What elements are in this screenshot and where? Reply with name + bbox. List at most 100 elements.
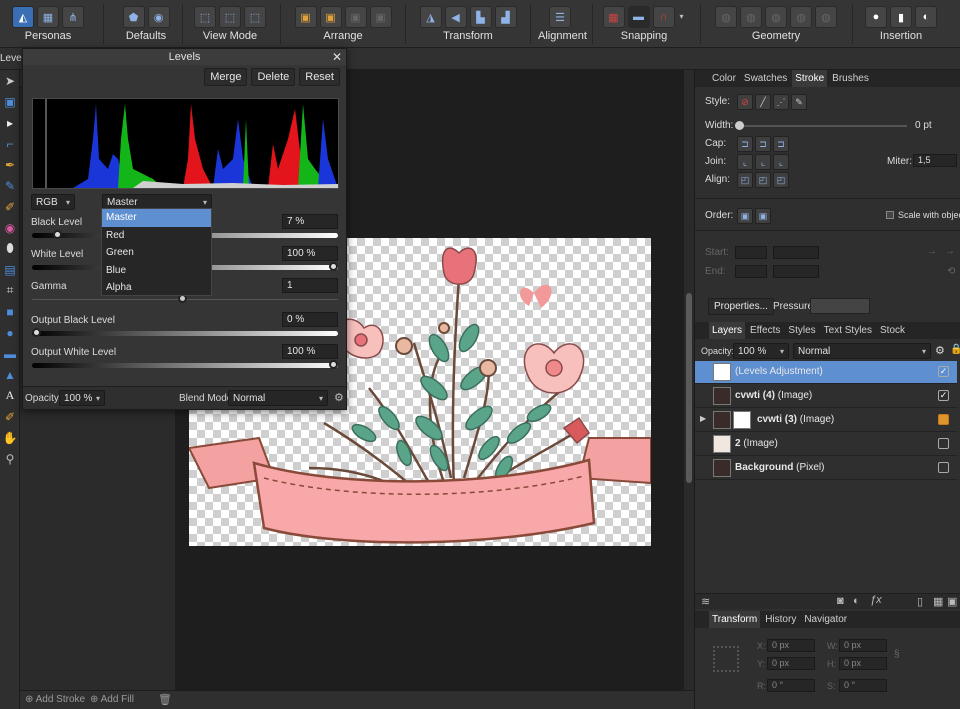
trash-icon[interactable]: 🗑	[158, 693, 172, 706]
alignment-icon[interactable]: ☰	[549, 6, 571, 28]
h-input[interactable]: 0 px	[839, 657, 887, 670]
gamma-slider[interactable]	[32, 294, 338, 303]
brush-stroke-icon[interactable]: ✎	[791, 94, 807, 110]
move-tool-icon[interactable]: ➤	[0, 70, 20, 91]
tab-navigator[interactable]: Navigator	[801, 611, 850, 628]
insert-top-icon[interactable]: ▮	[890, 6, 912, 28]
add-pixel-layer-icon[interactable]: ▯	[917, 595, 923, 608]
geometry-xor-icon[interactable]: ◍	[790, 6, 812, 28]
arrow-left-icon[interactable]: →	[945, 246, 955, 257]
output-black-value[interactable]: 0 %	[282, 312, 338, 327]
tab-color[interactable]: Color	[709, 70, 739, 87]
layer-visibility-checkbox[interactable]: ✓	[938, 390, 949, 401]
channel-option-blue[interactable]: Blue	[102, 262, 211, 280]
move-to-front-icon[interactable]: ▣	[369, 6, 392, 28]
opacity-select[interactable]: 100 % ▾	[59, 390, 105, 406]
move-back-one-icon[interactable]: ▣	[319, 6, 342, 28]
revert-defaults-icon[interactable]: ◉	[147, 6, 170, 28]
place-image-tool-icon[interactable]: ▤	[0, 259, 20, 280]
solid-line-icon[interactable]: ╱	[755, 94, 771, 110]
properties-button[interactable]: Properties...	[708, 298, 774, 315]
dashed-line-icon[interactable]: ⋰	[773, 94, 789, 110]
pressure-graph[interactable]	[810, 298, 870, 314]
insert-behind-icon[interactable]: ●	[865, 6, 887, 28]
end-arrow-select[interactable]	[735, 265, 767, 278]
start-arrow-scale[interactable]	[773, 246, 819, 259]
hand-tool-icon[interactable]: ✋	[0, 427, 20, 448]
crop-tool-icon[interactable]: ⌗	[0, 280, 20, 301]
output-white-slider-knob[interactable]	[329, 360, 338, 369]
lock-icon[interactable]: 🔒	[950, 344, 960, 355]
geometry-subtract-icon[interactable]: ◍	[740, 6, 762, 28]
levels-titlebar[interactable]: Levels ✕	[23, 49, 346, 65]
text-tool-icon[interactable]: A	[0, 385, 20, 406]
y-input[interactable]: 0 px	[767, 657, 815, 670]
geometry-divide-icon[interactable]: ◍	[815, 6, 837, 28]
channel-option-master[interactable]: Master	[102, 209, 211, 227]
rotate-right-icon[interactable]: ▟	[494, 6, 517, 28]
output-black-slider-knob[interactable]	[32, 328, 41, 337]
output-white-value[interactable]: 100 %	[282, 344, 338, 359]
brush-tool-icon[interactable]: ✐	[0, 196, 20, 217]
black-level-slider-knob[interactable]	[52, 230, 62, 239]
close-icon[interactable]: ✕	[332, 49, 342, 65]
layer-visibility-checkbox[interactable]	[938, 462, 949, 473]
width-value[interactable]: 0 pt	[915, 120, 932, 131]
square-cap-icon[interactable]: ⊐	[773, 136, 789, 152]
channel-option-red[interactable]: Red	[102, 227, 211, 245]
layer-visibility-checkbox[interactable]: ✓	[938, 366, 949, 377]
layer-visibility-checkbox[interactable]	[938, 438, 949, 449]
output-black-slider[interactable]	[32, 328, 338, 337]
stroke-behind-icon[interactable]: ▣	[737, 208, 753, 224]
view-mode-clip-icon[interactable]: ⬚	[219, 6, 241, 28]
end-arrow-scale[interactable]	[773, 265, 819, 278]
flip-vertical-icon[interactable]: ◀	[444, 6, 467, 28]
tab-effects[interactable]: Effects	[747, 322, 783, 339]
layer-row-2[interactable]: 2 (Image)	[695, 433, 957, 456]
shear-input[interactable]: 0 °	[839, 679, 887, 692]
group-layers-icon[interactable]: ▦	[933, 595, 943, 608]
rotate-left-icon[interactable]: ▙	[469, 6, 492, 28]
transparency-tool-icon[interactable]: ⬮	[0, 238, 20, 259]
snapping-toggle-icon[interactable]: ▬	[627, 6, 650, 28]
gear-icon[interactable]: ⚙	[334, 391, 344, 404]
pencil-tool-icon[interactable]: ✎	[0, 175, 20, 196]
triangle-tool-icon[interactable]: ▲	[0, 364, 20, 385]
export-persona-icon[interactable]: ⋔	[62, 6, 84, 28]
miter-join-icon[interactable]: ⌞	[737, 154, 753, 170]
canvas-vertical-scrollbar[interactable]	[684, 88, 694, 690]
anchor-point-selector[interactable]	[713, 646, 739, 672]
corner-tool-icon[interactable]: ⌐	[0, 133, 20, 154]
pixel-persona-icon[interactable]: ▦	[37, 6, 59, 28]
bevel-join-icon[interactable]: ⌞	[773, 154, 789, 170]
fx-icon[interactable]: ƒx	[870, 594, 882, 606]
channel-option-green[interactable]: Green	[102, 244, 211, 262]
white-level-value[interactable]: 100 %	[282, 246, 338, 261]
width-slider[interactable]	[739, 125, 907, 127]
ellipse-tool-icon[interactable]: ●	[0, 322, 20, 343]
channel-mode-select[interactable]: RGB ▾	[31, 194, 75, 210]
align-inside-icon[interactable]: ◰	[755, 172, 771, 188]
round-join-icon[interactable]: ⌞	[755, 154, 771, 170]
move-to-back-icon[interactable]: ▣	[294, 6, 317, 28]
delete-button[interactable]: Delete	[251, 68, 296, 86]
insert-inside-icon[interactable]: ◐	[915, 6, 937, 28]
synchronise-defaults-icon[interactable]: ⬟	[122, 6, 145, 28]
adjustment-icon[interactable]: ◐	[853, 595, 860, 607]
snapping-chevron-down-icon[interactable]: ▾	[678, 6, 686, 28]
tab-text-styles[interactable]: Text Styles	[821, 322, 875, 339]
align-center-icon[interactable]: ◰	[737, 172, 753, 188]
delete-layer-icon[interactable]: ▣	[947, 595, 957, 608]
miter-input[interactable]: 1,5	[913, 154, 957, 167]
start-arrow-select[interactable]	[735, 246, 767, 259]
add-stroke-button[interactable]: ⊕ Add Stroke	[25, 694, 85, 705]
round-cap-icon[interactable]: ⊐	[755, 136, 771, 152]
x-input[interactable]: 0 px	[767, 639, 815, 652]
blend-mode-select[interactable]: Normal ▾	[228, 390, 328, 406]
layer-row-levels-adjustment[interactable]: (Levels Adjustment) ✓	[695, 361, 957, 384]
layer-row-cvwti-4[interactable]: cvwti (4) (Image) ✓	[695, 385, 957, 408]
expand-arrow-icon[interactable]: ▶	[700, 414, 706, 423]
white-level-slider-knob[interactable]	[329, 262, 338, 271]
tab-stock[interactable]: Stock	[877, 322, 908, 339]
layers-stack-icon[interactable]: ≋	[701, 595, 710, 608]
